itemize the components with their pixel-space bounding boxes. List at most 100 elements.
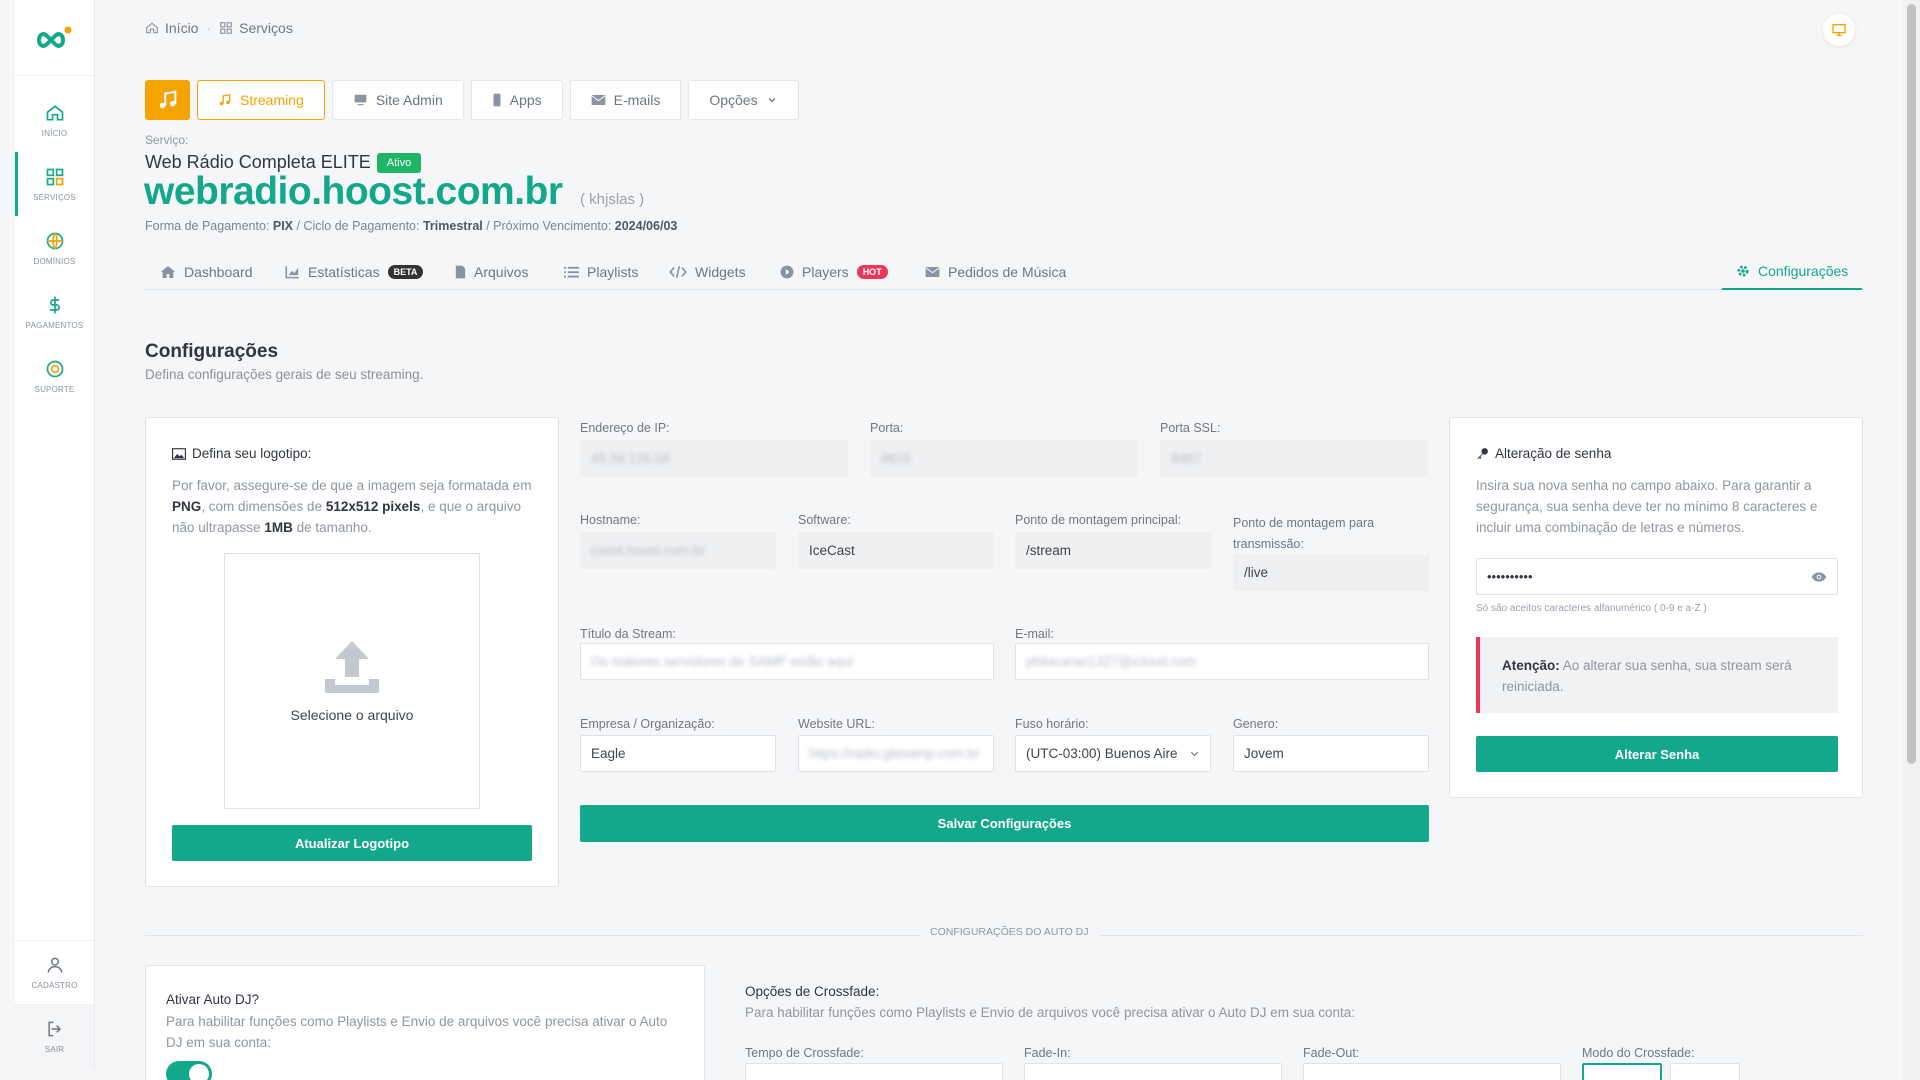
breadcrumb-separator: · [206, 20, 212, 36]
scrollbar-thumb[interactable] [1907, 4, 1916, 764]
password-input[interactable]: •••••••••• [1476, 558, 1838, 595]
monitor-icon [354, 94, 367, 106]
streaming-icon-button[interactable] [145, 80, 190, 120]
eye-icon[interactable] [1811, 571, 1827, 583]
tab-pedidos-musica[interactable]: Pedidos de Música [925, 254, 1066, 290]
options-dropdown[interactable]: Opções [688, 80, 799, 120]
save-settings-button[interactable]: Salvar Configurações [580, 805, 1429, 842]
tab-widgets[interactable]: Widgets [669, 254, 746, 290]
cycle-value: Trimestral [422, 219, 483, 233]
breadcrumb-current[interactable]: Serviços [219, 20, 293, 36]
software-field: IceCast [798, 532, 994, 569]
chart-icon [285, 266, 299, 279]
crossfade-time-input[interactable] [745, 1063, 1003, 1080]
dollar-icon [49, 296, 60, 313]
fade-out-input[interactable] [1303, 1063, 1561, 1080]
globe-icon [46, 232, 63, 249]
sidebar-item-inicio[interactable]: Início [15, 88, 94, 152]
sidebar-item-label: Suporte [34, 384, 75, 394]
code-icon [669, 266, 687, 278]
tab-configuracoes[interactable]: Configurações [1722, 254, 1863, 290]
tab-site-admin[interactable]: Site Admin [331, 80, 464, 120]
fade-in-input[interactable] [1024, 1063, 1282, 1080]
logo-format: PNG [172, 499, 202, 514]
transmission-mount-label-line2: transmissão: [1233, 537, 1304, 551]
autodj-card: Ativar Auto DJ? Para habilitar funções c… [145, 965, 705, 1080]
tab-dashboard[interactable]: Dashboard [160, 254, 253, 290]
mount-field: /stream [1015, 532, 1211, 569]
monitor-button[interactable] [1823, 14, 1855, 46]
ssl-port-label: Porta SSL: [1160, 421, 1221, 435]
autodj-enable-title: Ativar Auto DJ? [166, 992, 260, 1007]
tab-players[interactable]: Players HOT [780, 254, 888, 290]
file-dropzone[interactable]: Selecione o arquivo [224, 553, 480, 809]
website-value: https://radio.glasamp.com.br [809, 746, 980, 761]
sidebar-item-servicos[interactable]: Serviços [15, 152, 94, 216]
tab-configuracoes-label: Configurações [1758, 263, 1849, 279]
website-label: Website URL: [798, 717, 875, 731]
autodj-toggle[interactable] [166, 1061, 212, 1080]
ssl-port-value: 8467 [1171, 451, 1202, 466]
website-input[interactable]: https://radio.glasamp.com.br [798, 735, 994, 772]
crossfade-mode-label: Modo do Crossfade: [1582, 1046, 1695, 1060]
crossfade-mode-option-1[interactable] [1582, 1063, 1662, 1080]
tab-emails[interactable]: E-mails [569, 80, 682, 120]
email-input[interactable]: philacaran1327@icloud.com [1015, 643, 1429, 680]
home-icon [160, 266, 176, 278]
sidebar-item-label: Sair [44, 1045, 65, 1054]
tab-emails-label: E-mails [613, 92, 661, 108]
breadcrumb-home[interactable]: Início [145, 20, 198, 36]
timezone-select[interactable]: (UTC-03:00) Buenos Aire [1015, 735, 1211, 772]
update-logo-button[interactable]: Atualizar Logotipo [172, 825, 532, 861]
list-icon [564, 266, 579, 277]
breadcrumb-current-label: Serviços [239, 20, 293, 36]
tab-streaming[interactable]: Streaming [197, 80, 325, 120]
fade-out-label: Fade-Out: [1303, 1046, 1360, 1060]
genre-label: Genero: [1233, 717, 1279, 731]
options-dropdown-label: Opções [709, 92, 758, 108]
logo-size: 1MB [264, 520, 293, 535]
fade-in-label: Fade-In: [1024, 1046, 1071, 1060]
envelope-icon [591, 95, 606, 105]
envelope-icon [925, 267, 940, 277]
payment-method-label: Forma de Pagamento: [145, 219, 270, 233]
tab-players-label: Players [802, 264, 849, 280]
scrollbar[interactable] [1903, 0, 1920, 1080]
mount-label: Ponto de montagem principal: [1015, 513, 1182, 527]
change-password-button[interactable]: Alterar Senha [1476, 736, 1838, 772]
tab-estatisticas-label: Estatísticas [308, 264, 380, 280]
tab-playlists[interactable]: Playlists [564, 254, 638, 290]
sidebar-item-cadastro[interactable]: Cadastro [15, 940, 94, 1004]
company-input[interactable]: Eagle [580, 735, 776, 772]
tab-apps[interactable]: Apps [470, 80, 563, 120]
sidebar-item-pagamentos[interactable]: Pagamentos [15, 280, 94, 344]
image-icon [172, 447, 186, 460]
logo-text-part: , com dimensões de [201, 499, 323, 514]
cycle-label: / Ciclo de Pagamento: [296, 219, 420, 233]
tab-estatisticas[interactable]: Estatísticas BETA [285, 254, 424, 290]
stream-title-input[interactable]: Os maiores servidores de SAMP estão aqui [580, 643, 994, 680]
dropzone-label: Selecione o arquivo [290, 707, 414, 723]
transmission-mount-label: Ponto de montagem para transmissão: [1233, 513, 1374, 555]
software-label: Software: [798, 513, 851, 527]
sidebar-item-dominios[interactable]: Domínios [15, 216, 94, 280]
ip-field: 45.58.126.58 [580, 440, 848, 477]
port-label: Porta: [870, 421, 904, 435]
brand-logo[interactable] [15, 0, 94, 76]
sidebar-item-suporte[interactable]: Suporte [15, 344, 94, 408]
sidebar-item-sair[interactable]: Sair [15, 1004, 94, 1068]
genre-input[interactable]: Jovem [1233, 735, 1429, 772]
autodj-enable-text: Para habilitar funções como Playlists e … [166, 1014, 668, 1050]
due-label: / Próximo Vencimento: [486, 219, 612, 233]
tab-arquivos[interactable]: Arquivos [455, 254, 528, 290]
email-value: philacaran1327@icloud.com [1026, 654, 1197, 669]
breadcrumb: Início · Serviços [145, 20, 293, 36]
tab-dashboard-label: Dashboard [184, 264, 253, 280]
timezone-label: Fuso horário: [1015, 717, 1089, 731]
password-alert: Atenção: Ao alterar sua senha, sua strea… [1476, 637, 1838, 713]
upload-icon [325, 641, 379, 693]
genre-value: Jovem [1244, 746, 1284, 761]
crossfade-mode-option-2[interactable] [1670, 1063, 1740, 1080]
grid-icon [46, 168, 63, 185]
autodj-divider-label: Configurações do Auto DJ [920, 926, 1099, 938]
